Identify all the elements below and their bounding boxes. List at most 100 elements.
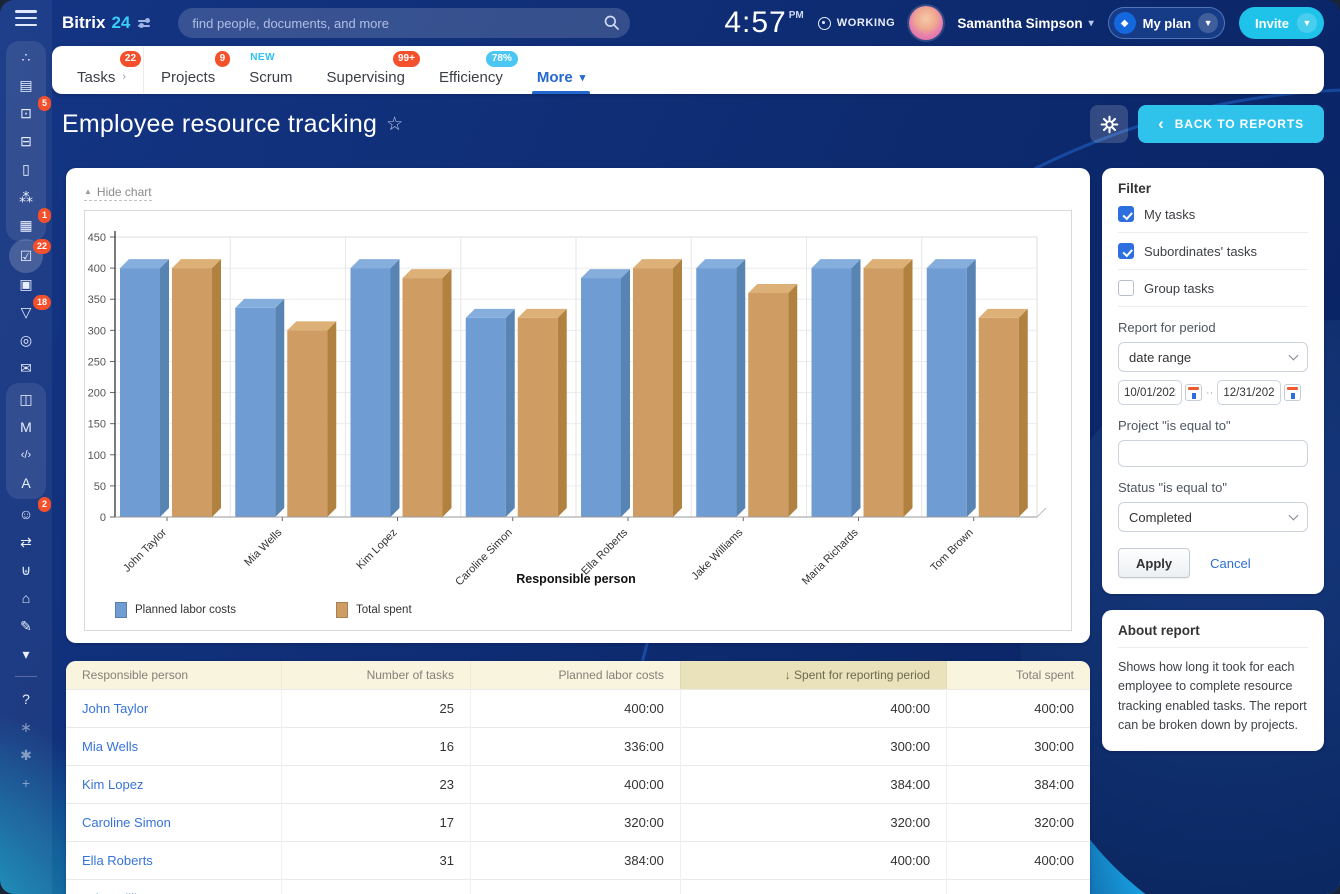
table-cell: 400:00 — [680, 841, 946, 879]
checkbox-checked-icon[interactable] — [1118, 206, 1134, 222]
user-menu[interactable]: Samantha Simpson ▾ — [957, 16, 1093, 31]
tab-supervising[interactable]: 99+Supervising — [310, 46, 422, 94]
sidebar-item-copilot[interactable]: ☺2 — [8, 500, 44, 528]
sidebar-item-sales-funnel[interactable]: ▽18 — [8, 298, 44, 326]
workflows-icon: ⇄ — [20, 535, 32, 549]
sidebar-item-network[interactable]: ∴ — [8, 43, 44, 71]
search-icon[interactable] — [604, 15, 619, 35]
chart-card: ▲ Hide chart 050100150200250300350400450… — [66, 168, 1090, 643]
filter-panel: Filter My tasksSubordinates' tasksGroup … — [1102, 168, 1324, 594]
newsfeed-icon: ▤ — [19, 78, 32, 92]
legend-item: Planned labor costs — [115, 602, 236, 618]
sidebar-item-newsfeed[interactable]: ▤ — [8, 71, 44, 99]
cancel-link[interactable]: Cancel — [1210, 556, 1250, 571]
table-cell: 400:00 — [947, 841, 1090, 879]
my-plan-button[interactable]: ◆ My plan ▼ — [1108, 7, 1225, 39]
video-calls-icon: ⊟ — [20, 134, 32, 148]
sidebar-item-marketing[interactable]: ◎ — [8, 326, 44, 354]
chart-bar — [696, 268, 736, 517]
person-link[interactable]: Jake Williams — [66, 879, 281, 894]
bitrix24-logo[interactable]: Bitrix24 — [62, 13, 150, 33]
column-header[interactable]: Responsible person — [66, 661, 281, 690]
checkbox-label: Group tasks — [1144, 281, 1214, 296]
report-settings-button[interactable] — [1090, 105, 1128, 143]
sidebar-item-market[interactable]: M — [8, 413, 44, 441]
table-cell: 336:00 — [470, 727, 680, 765]
left-sidebar: ∴ ▤ ⊡5 ⊟ ▯⁂▦1 ☑22▣▽18◎✉ ◫M‹/›A ☺2 ⇄ ⊎⌂✎▾?∗✱+ — [0, 0, 52, 894]
user-avatar[interactable] — [909, 6, 943, 40]
favorite-star-icon[interactable]: ☆ — [386, 113, 403, 136]
period-select[interactable]: date range — [1118, 342, 1308, 372]
tab-efficiency[interactable]: 78%Efficiency — [422, 46, 520, 94]
sidebar-item-add[interactable]: + — [8, 769, 44, 797]
table-cell: 400:00 — [680, 689, 946, 727]
sidebar-item-knowledge-base[interactable]: ◫ — [8, 385, 44, 413]
status-select[interactable]: Completed — [1118, 502, 1308, 532]
chart-svg: 050100150200250300350400450John TaylorMi… — [85, 217, 1071, 595]
column-header[interactable]: Total spent — [947, 661, 1090, 690]
person-link[interactable]: Kim Lopez — [66, 765, 281, 803]
table-row: John Taylor25400:00400:00400:00 — [66, 689, 1090, 727]
svg-text:450: 450 — [88, 232, 106, 244]
sidebar-item-e-signature[interactable]: ✎ — [8, 612, 44, 640]
filter-checkbox-row[interactable]: My tasks — [1118, 196, 1308, 233]
column-header[interactable]: Number of tasks — [281, 661, 470, 690]
working-status[interactable]: WORKING — [818, 17, 896, 30]
sidebar-item-settings[interactable]: ✱ — [8, 741, 44, 769]
sidebar-item-crm[interactable]: ▣ — [8, 270, 44, 298]
table-row: Mia Wells16336:00300:00300:00 — [66, 727, 1090, 765]
sidebar-item-messenger[interactable]: ⊡5 — [8, 99, 44, 127]
hide-chart-link[interactable]: ▲ Hide chart — [84, 185, 152, 201]
checkbox-unchecked-icon[interactable] — [1118, 280, 1134, 296]
tab-badge: NEW — [250, 53, 275, 63]
tab-projects[interactable]: 9Projects — [144, 46, 232, 94]
diamond-icon: ◆ — [1114, 12, 1136, 34]
sidebar-item-documents[interactable]: ▯ — [8, 155, 44, 183]
sidebar-item-extranet[interactable]: ∗ — [8, 713, 44, 741]
chevron-down-icon: ▾ — [1089, 18, 1094, 29]
sidebar-badge: 5 — [38, 96, 51, 111]
sidebar-item-video-calls[interactable]: ⊟ — [8, 127, 44, 155]
column-header[interactable]: Planned labor costs — [470, 661, 680, 690]
tab-label: Efficiency — [439, 70, 503, 85]
person-link[interactable]: John Taylor — [66, 689, 281, 727]
project-input[interactable] — [1118, 440, 1308, 467]
sidebar-item-employees[interactable]: ⁂ — [8, 183, 44, 211]
sidebar-item-developer-resources[interactable]: ‹/› — [8, 441, 44, 469]
person-link[interactable]: Mia Wells — [66, 727, 281, 765]
sidebar-item-tasks[interactable]: ☑22 — [8, 242, 44, 270]
sidebar-item-calendar[interactable]: ▦1 — [8, 211, 44, 239]
checkbox-checked-icon[interactable] — [1118, 243, 1134, 259]
sidebar-item-automation[interactable]: A — [8, 469, 44, 497]
menu-icon[interactable] — [15, 10, 37, 26]
filter-checkbox-row[interactable]: Subordinates' tasks — [1118, 233, 1308, 270]
date-to-input[interactable] — [1217, 380, 1281, 405]
date-from-input[interactable] — [1118, 380, 1182, 405]
apply-button[interactable]: Apply — [1118, 548, 1190, 578]
back-to-reports-button[interactable]: ‹ BACK TO REPORTS — [1138, 105, 1324, 143]
nav-tabs: 22Tasks›9ProjectsNEWScrum99+Supervising7… — [52, 46, 1324, 94]
invite-button[interactable]: Invite ▼ — [1239, 7, 1324, 39]
status-label: WORKING — [837, 17, 896, 29]
filter-checkbox-row[interactable]: Group tasks — [1118, 270, 1308, 307]
calendar-icon[interactable] — [1284, 384, 1301, 401]
tab-scrum[interactable]: NEWScrum — [232, 46, 309, 94]
search-input[interactable] — [178, 8, 630, 38]
user-name: Samantha Simpson — [957, 16, 1082, 31]
sidebar-badge: 1 — [38, 208, 51, 223]
table-cell: 400:00 — [470, 689, 680, 727]
sidebar-item-mail[interactable]: ✉ — [8, 354, 44, 382]
sidebar-item-workflows[interactable]: ⇄ — [8, 528, 44, 556]
sidebar-item-warehouse[interactable]: ⌂ — [8, 584, 44, 612]
sidebar-item-collapse[interactable]: ▾ — [8, 640, 44, 668]
tab-more[interactable]: More▾ — [520, 46, 602, 94]
column-header[interactable]: ↓ Spent for reporting period — [680, 661, 946, 690]
sidebar-item-help[interactable]: ? — [8, 685, 44, 713]
person-link[interactable]: Caroline Simon — [66, 803, 281, 841]
tab-tasks[interactable]: 22Tasks› — [60, 46, 143, 94]
calendar-icon[interactable] — [1185, 384, 1202, 401]
sidebar-group: ∴ ▤ ⊡5 ⊟ ▯⁂▦1 — [6, 41, 46, 241]
svg-text:Mia Wells: Mia Wells — [242, 526, 284, 568]
sidebar-item-shop[interactable]: ⊎ — [8, 556, 44, 584]
person-link[interactable]: Ella Roberts — [66, 841, 281, 879]
